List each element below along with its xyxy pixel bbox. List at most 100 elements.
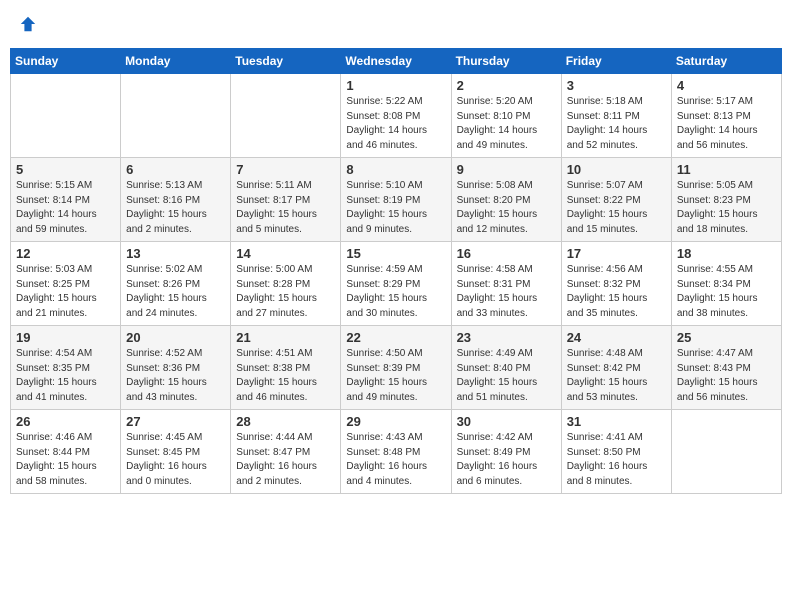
calendar-day-cell: 19 Sunrise: 4:54 AM Sunset: 8:35 PM Dayli… — [11, 326, 121, 410]
day-number: 21 — [236, 330, 335, 345]
calendar-day-cell: 3 Sunrise: 5:18 AM Sunset: 8:11 PM Daylig… — [561, 74, 671, 158]
day-number: 26 — [16, 414, 115, 429]
calendar-day-cell: 1Sunrise: 5:22 AM Sunset: 8:08 PM Daylig… — [341, 74, 451, 158]
day-number: 16 — [457, 246, 556, 261]
calendar-day-cell: 17 Sunrise: 4:56 AM Sunset: 8:32 PM Dayli… — [561, 242, 671, 326]
day-info: Sunrise: 5:11 AM Sunset: 8:17 PM Dayligh… — [236, 179, 335, 237]
day-info: Sunrise: 5:13 AM Sunset: 8:16 PM Dayligh… — [126, 179, 225, 237]
day-info: Sunrise: 4:44 AM Sunset: 8:47 PM Dayligh… — [236, 431, 335, 489]
day-number: 28 — [236, 414, 335, 429]
calendar-day-cell: 13 Sunrise: 5:02 AM Sunset: 8:26 PM Dayli… — [121, 242, 231, 326]
day-number: 14 — [236, 246, 335, 261]
calendar-day-cell: 25 Sunrise: 4:47 AM Sunset: 8:43 PM Dayli… — [671, 326, 781, 410]
calendar-day-cell: 8 Sunrise: 5:10 AM Sunset: 8:19 PM Daylig… — [341, 158, 451, 242]
day-info: Sunrise: 5:03 AM Sunset: 8:25 PM Dayligh… — [16, 263, 115, 321]
day-number: 13 — [126, 246, 225, 261]
calendar: SundayMondayTuesdayWednesdayThursdayFrid… — [10, 48, 782, 494]
calendar-day-cell: 22Sunrise: 4:50 AM Sunset: 8:39 PM Dayli… — [341, 326, 451, 410]
day-info: Sunrise: 5:05 AM Sunset: 8:23 PM Dayligh… — [677, 179, 776, 237]
calendar-day-cell: 4 Sunrise: 5:17 AM Sunset: 8:13 PM Daylig… — [671, 74, 781, 158]
calendar-week-row: 1Sunrise: 5:22 AM Sunset: 8:08 PM Daylig… — [11, 74, 782, 158]
calendar-week-row: 5Sunrise: 5:15 AM Sunset: 8:14 PM Daylig… — [11, 158, 782, 242]
day-number: 7 — [236, 162, 335, 177]
day-number: 8 — [346, 162, 445, 177]
day-number: 2 — [457, 78, 556, 93]
day-of-week-header: Thursday — [451, 49, 561, 74]
header — [10, 10, 782, 40]
day-info: Sunrise: 4:45 AM Sunset: 8:45 PM Dayligh… — [126, 431, 225, 489]
calendar-day-cell: 24 Sunrise: 4:48 AM Sunset: 8:42 PM Dayli… — [561, 326, 671, 410]
day-number: 19 — [16, 330, 115, 345]
day-number: 17 — [567, 246, 666, 261]
day-info: Sunrise: 4:42 AM Sunset: 8:49 PM Dayligh… — [457, 431, 556, 489]
day-number: 12 — [16, 246, 115, 261]
day-number: 4 — [677, 78, 776, 93]
day-number: 11 — [677, 162, 776, 177]
calendar-day-cell: 9 Sunrise: 5:08 AM Sunset: 8:20 PM Daylig… — [451, 158, 561, 242]
day-number: 30 — [457, 414, 556, 429]
calendar-day-cell: 15 Sunrise: 4:59 AM Sunset: 8:29 PM Dayli… — [341, 242, 451, 326]
calendar-day-cell: 18 Sunrise: 4:55 AM Sunset: 8:34 PM Dayli… — [671, 242, 781, 326]
day-info: Sunrise: 5:00 AM Sunset: 8:28 PM Dayligh… — [236, 263, 335, 321]
day-info: Sunrise: 5:22 AM Sunset: 8:08 PM Dayligh… — [346, 95, 445, 153]
calendar-day-cell: 2 Sunrise: 5:20 AM Sunset: 8:10 PM Daylig… — [451, 74, 561, 158]
day-of-week-header: Monday — [121, 49, 231, 74]
day-info: Sunrise: 5:02 AM Sunset: 8:26 PM Dayligh… — [126, 263, 225, 321]
day-info: Sunrise: 5:20 AM Sunset: 8:10 PM Dayligh… — [457, 95, 556, 153]
day-info: Sunrise: 4:47 AM Sunset: 8:43 PM Dayligh… — [677, 347, 776, 405]
day-info: Sunrise: 5:10 AM Sunset: 8:19 PM Dayligh… — [346, 179, 445, 237]
day-number: 15 — [346, 246, 445, 261]
logo — [18, 14, 37, 36]
calendar-day-cell — [11, 74, 121, 158]
day-info: Sunrise: 4:52 AM Sunset: 8:36 PM Dayligh… — [126, 347, 225, 405]
day-number: 27 — [126, 414, 225, 429]
calendar-day-cell — [121, 74, 231, 158]
day-info: Sunrise: 4:56 AM Sunset: 8:32 PM Dayligh… — [567, 263, 666, 321]
calendar-day-cell: 26Sunrise: 4:46 AM Sunset: 8:44 PM Dayli… — [11, 410, 121, 494]
calendar-day-cell — [671, 410, 781, 494]
calendar-day-cell: 5Sunrise: 5:15 AM Sunset: 8:14 PM Daylig… — [11, 158, 121, 242]
day-number: 3 — [567, 78, 666, 93]
day-info: Sunrise: 4:51 AM Sunset: 8:38 PM Dayligh… — [236, 347, 335, 405]
calendar-day-cell: 10 Sunrise: 5:07 AM Sunset: 8:22 PM Dayli… — [561, 158, 671, 242]
calendar-day-cell: 20 Sunrise: 4:52 AM Sunset: 8:36 PM Dayli… — [121, 326, 231, 410]
calendar-day-cell — [231, 74, 341, 158]
calendar-week-row: 12 Sunrise: 5:03 AM Sunset: 8:25 PM Dayli… — [11, 242, 782, 326]
day-info: Sunrise: 4:41 AM Sunset: 8:50 PM Dayligh… — [567, 431, 666, 489]
day-number: 10 — [567, 162, 666, 177]
logo-icon — [19, 15, 37, 33]
day-info: Sunrise: 5:15 AM Sunset: 8:14 PM Dayligh… — [16, 179, 115, 237]
calendar-day-cell: 23Sunrise: 4:49 AM Sunset: 8:40 PM Dayli… — [451, 326, 561, 410]
day-number: 9 — [457, 162, 556, 177]
day-of-week-header: Sunday — [11, 49, 121, 74]
day-number: 20 — [126, 330, 225, 345]
day-number: 18 — [677, 246, 776, 261]
day-number: 25 — [677, 330, 776, 345]
day-number: 29 — [346, 414, 445, 429]
calendar-week-row: 19 Sunrise: 4:54 AM Sunset: 8:35 PM Dayli… — [11, 326, 782, 410]
calendar-day-cell: 21 Sunrise: 4:51 AM Sunset: 8:38 PM Dayli… — [231, 326, 341, 410]
calendar-day-cell: 16 Sunrise: 4:58 AM Sunset: 8:31 PM Dayli… — [451, 242, 561, 326]
day-of-week-header: Wednesday — [341, 49, 451, 74]
day-number: 24 — [567, 330, 666, 345]
day-info: Sunrise: 4:58 AM Sunset: 8:31 PM Dayligh… — [457, 263, 556, 321]
day-info: Sunrise: 4:54 AM Sunset: 8:35 PM Dayligh… — [16, 347, 115, 405]
day-info: Sunrise: 4:55 AM Sunset: 8:34 PM Dayligh… — [677, 263, 776, 321]
calendar-week-row: 26Sunrise: 4:46 AM Sunset: 8:44 PM Dayli… — [11, 410, 782, 494]
calendar-day-cell: 27 Sunrise: 4:45 AM Sunset: 8:45 PM Dayli… — [121, 410, 231, 494]
calendar-day-cell: 11 Sunrise: 5:05 AM Sunset: 8:23 PM Dayli… — [671, 158, 781, 242]
day-info: Sunrise: 4:48 AM Sunset: 8:42 PM Dayligh… — [567, 347, 666, 405]
day-info: Sunrise: 5:07 AM Sunset: 8:22 PM Dayligh… — [567, 179, 666, 237]
calendar-day-cell: 12 Sunrise: 5:03 AM Sunset: 8:25 PM Dayli… — [11, 242, 121, 326]
calendar-day-cell: 14 Sunrise: 5:00 AM Sunset: 8:28 PM Dayli… — [231, 242, 341, 326]
day-of-week-header: Tuesday — [231, 49, 341, 74]
day-info: Sunrise: 5:18 AM Sunset: 8:11 PM Dayligh… — [567, 95, 666, 153]
day-info: Sunrise: 4:59 AM Sunset: 8:29 PM Dayligh… — [346, 263, 445, 321]
day-info: Sunrise: 5:08 AM Sunset: 8:20 PM Dayligh… — [457, 179, 556, 237]
day-info: Sunrise: 4:43 AM Sunset: 8:48 PM Dayligh… — [346, 431, 445, 489]
day-number: 6 — [126, 162, 225, 177]
calendar-day-cell: 29 Sunrise: 4:43 AM Sunset: 8:48 PM Dayli… — [341, 410, 451, 494]
day-info: Sunrise: 5:17 AM Sunset: 8:13 PM Dayligh… — [677, 95, 776, 153]
calendar-day-cell: 30 Sunrise: 4:42 AM Sunset: 8:49 PM Dayli… — [451, 410, 561, 494]
day-info: Sunrise: 4:49 AM Sunset: 8:40 PM Dayligh… — [457, 347, 556, 405]
